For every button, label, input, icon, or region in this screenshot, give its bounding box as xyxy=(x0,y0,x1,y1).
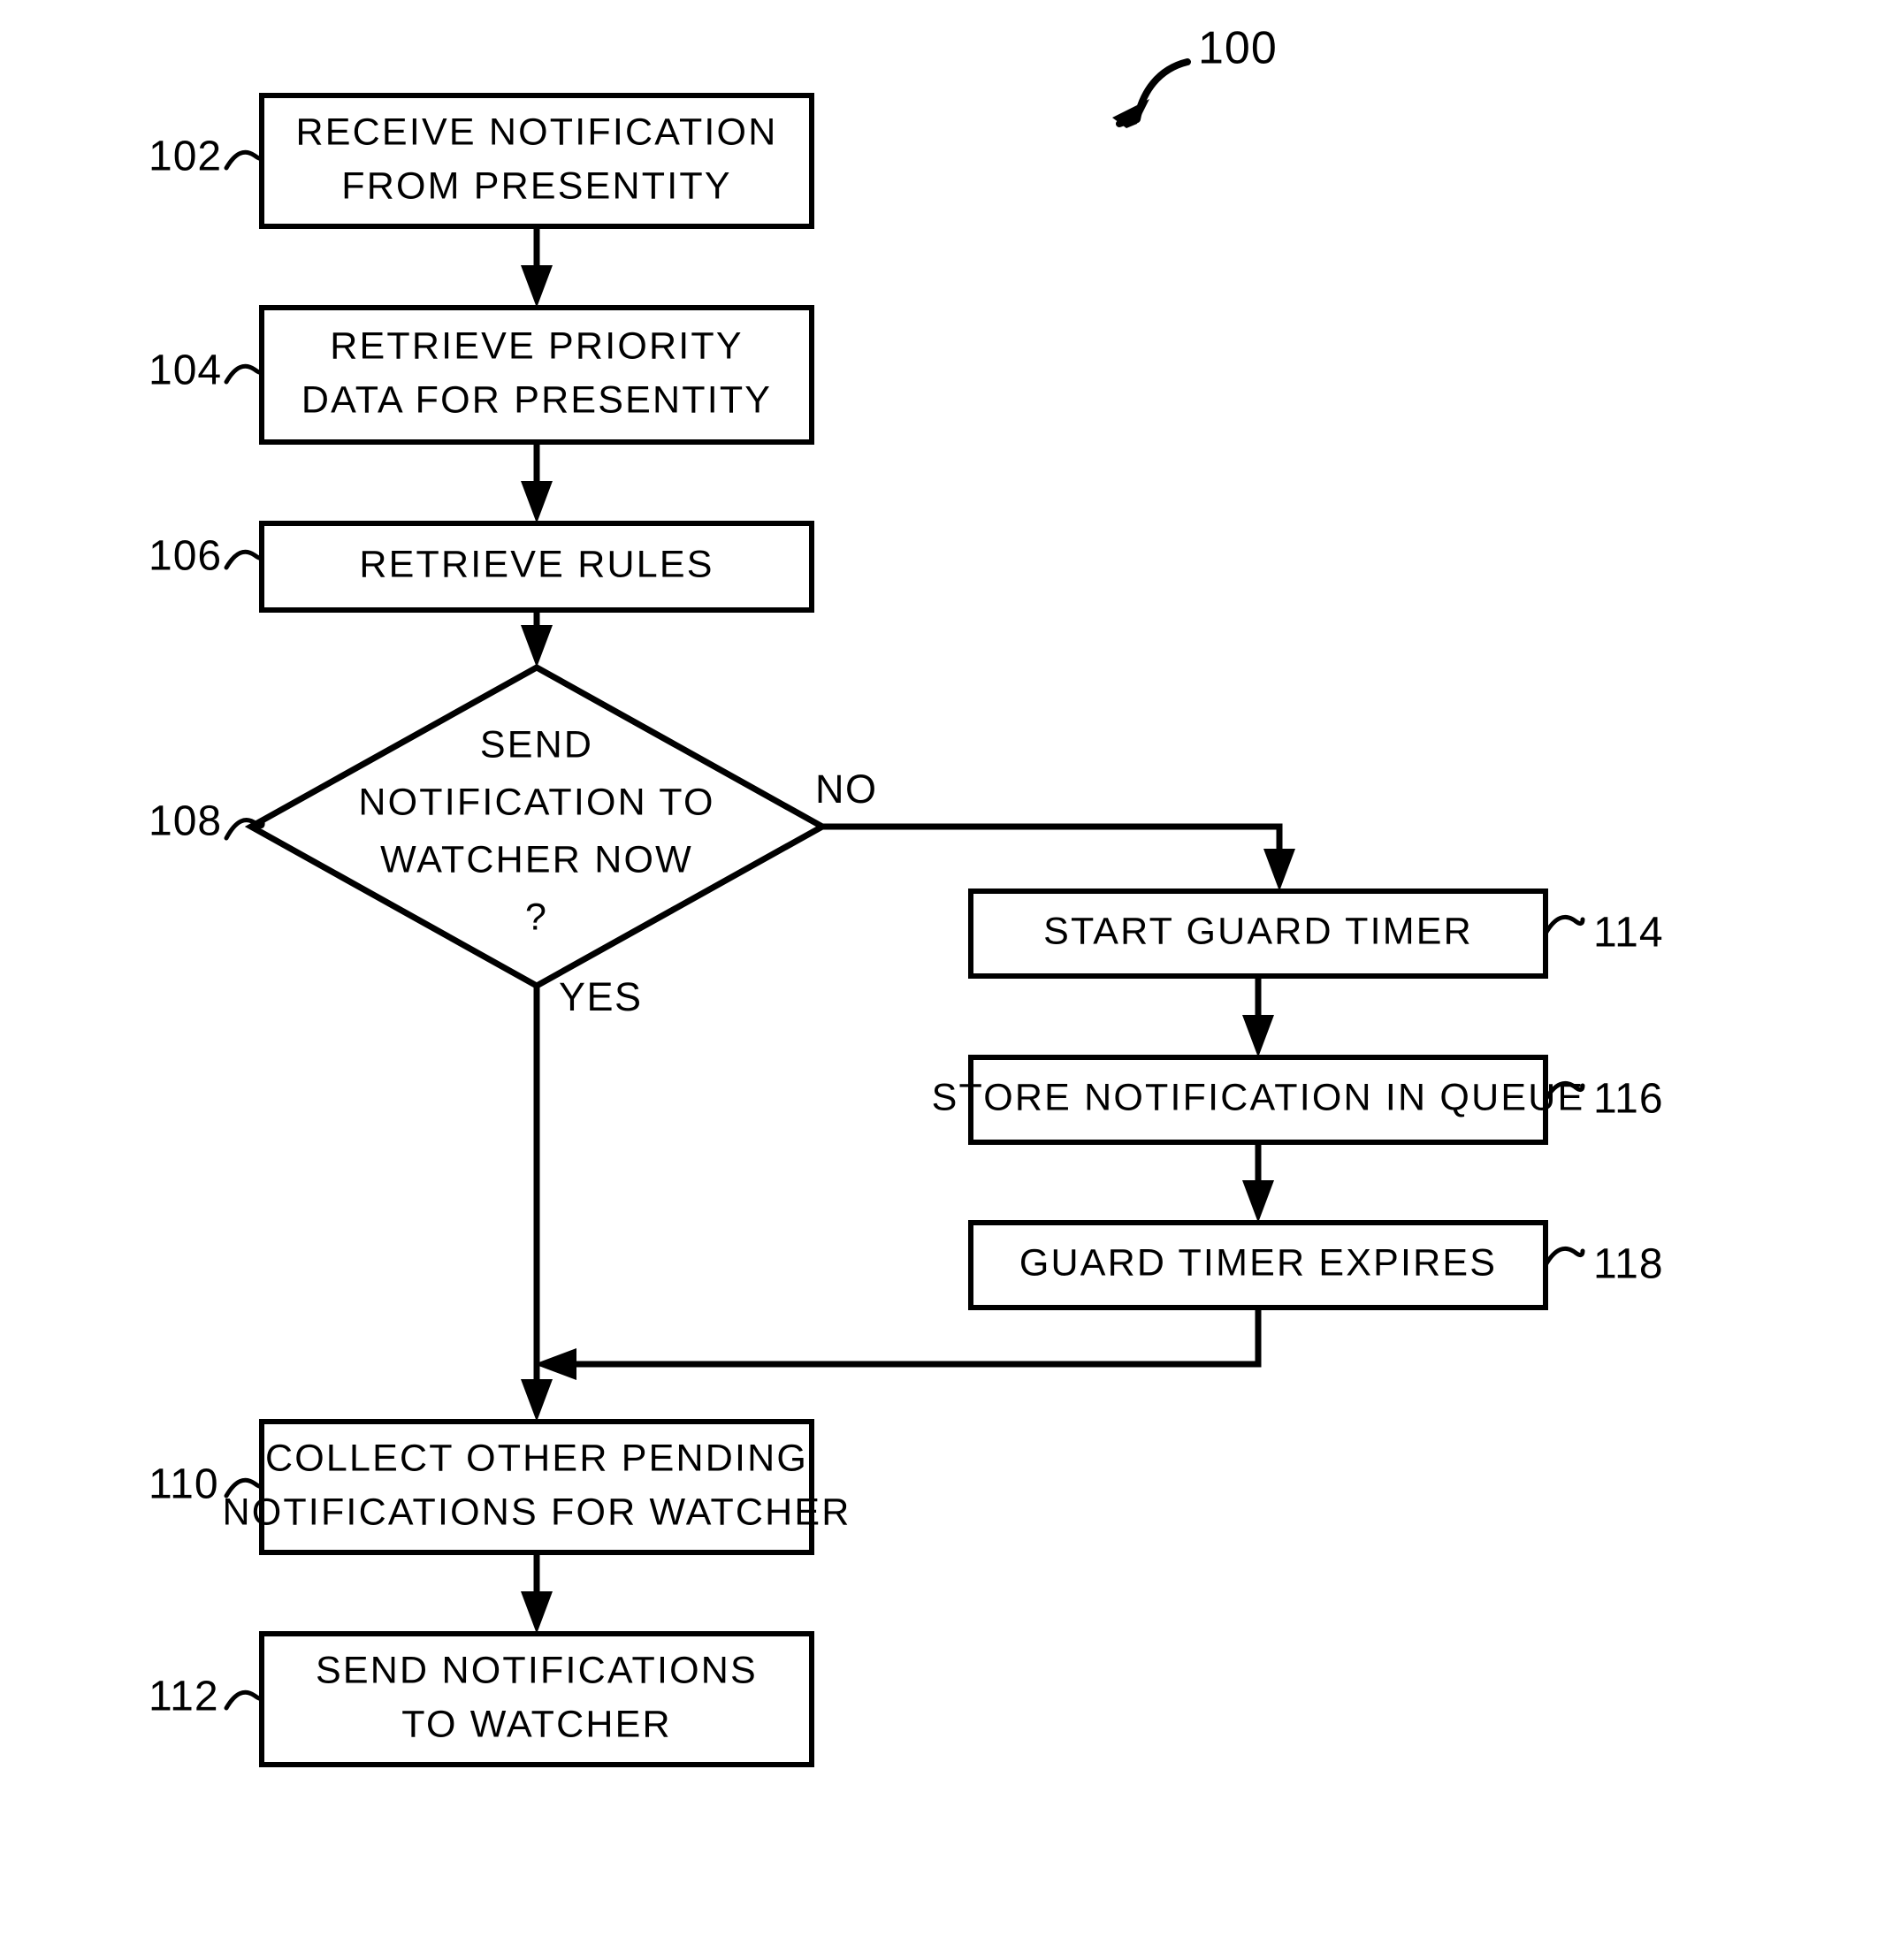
node-118-ref-label: 118 xyxy=(1593,1241,1664,1288)
node-108-line-1: SEND xyxy=(480,723,593,766)
figure-pointer-curve xyxy=(1134,58,1191,123)
node-104-line-1: RETRIEVE PRIORITY xyxy=(330,324,743,367)
edge-118-merge-path xyxy=(562,1308,1262,1368)
node-106-ref-squiggle xyxy=(224,549,264,570)
node-108-ref-label: 108 xyxy=(149,798,222,845)
node-110-ref-label: 110 xyxy=(149,1461,219,1508)
node-112[interactable]: SEND NOTIFICATIONS TO WATCHER xyxy=(259,1631,814,1767)
node-118-reference: 118 xyxy=(1543,1241,1664,1288)
edge-108-no-branch: NO xyxy=(815,766,1295,891)
edge-102-to-104 xyxy=(521,226,553,308)
edge-106-to-108 xyxy=(521,610,553,667)
node-114-reference: 114 xyxy=(1543,910,1664,957)
node-112-ref-squiggle xyxy=(224,1689,264,1711)
node-114[interactable]: START GUARD TIMER xyxy=(968,888,1548,979)
node-110-line-2: NOTIFICATIONS FOR WATCHER xyxy=(222,1491,851,1533)
edge-102-104-arrowhead xyxy=(521,265,553,308)
node-118[interactable]: GUARD TIMER EXPIRES xyxy=(968,1220,1548,1310)
flowchart-svg: 100 RECEIVE NOTIFICATION FROM PRESENTITY… xyxy=(149,23,1664,1767)
node-108-reference: 108 xyxy=(149,798,265,845)
edge-104-to-106 xyxy=(521,442,553,523)
edge-114-116-arrowhead xyxy=(1242,1015,1274,1057)
edge-label-yes: YES xyxy=(559,974,643,1019)
node-110-line-1: COLLECT OTHER PENDING xyxy=(265,1437,808,1479)
node-112-reference: 112 xyxy=(149,1674,264,1720)
node-116-line-1: STORE NOTIFICATION IN QUEUE xyxy=(932,1076,1585,1118)
edge-110-112-arrowhead xyxy=(521,1591,553,1634)
edge-116-118-arrowhead xyxy=(1242,1180,1274,1223)
node-116-ref-label: 116 xyxy=(1593,1076,1664,1123)
node-102[interactable]: RECEIVE NOTIFICATION FROM PRESENTITY xyxy=(259,93,814,229)
node-104[interactable]: RETRIEVE PRIORITY DATA FOR PRESENTITY xyxy=(259,305,814,445)
node-104-reference: 104 xyxy=(149,347,264,394)
node-102-ref-squiggle xyxy=(224,149,264,171)
node-118-ref-squiggle xyxy=(1543,1246,1585,1268)
node-104-line-2: DATA FOR PRESENTITY xyxy=(302,378,772,421)
figure-number-label: 100 xyxy=(1198,23,1278,74)
node-112-line-2: TO WATCHER xyxy=(401,1703,671,1745)
node-112-line-1: SEND NOTIFICATIONS xyxy=(316,1649,758,1691)
node-106-line-1: RETRIEVE RULES xyxy=(359,543,714,585)
node-104-ref-label: 104 xyxy=(149,347,222,394)
edge-label-no: NO xyxy=(815,766,878,812)
node-118-line-1: GUARD TIMER EXPIRES xyxy=(1019,1241,1497,1284)
node-114-ref-squiggle xyxy=(1543,914,1585,936)
node-108-line-4: ? xyxy=(525,896,548,938)
node-106-ref-label: 106 xyxy=(149,533,222,580)
edge-114-to-116 xyxy=(1242,976,1274,1057)
node-102-line-1: RECEIVE NOTIFICATION xyxy=(296,111,778,153)
edge-118-merge-arrowhead xyxy=(534,1348,576,1380)
edge-108-yes-arrowhead xyxy=(521,1379,553,1422)
node-102-reference: 102 xyxy=(149,133,264,180)
node-114-ref-label: 114 xyxy=(1593,910,1664,957)
figure-canvas: 100 RECEIVE NOTIFICATION FROM PRESENTITY… xyxy=(0,0,1893,1960)
edge-104-106-arrowhead xyxy=(521,481,553,523)
edge-118-to-merge xyxy=(534,1308,1262,1380)
node-112-ref-label: 112 xyxy=(149,1674,219,1720)
node-106-reference: 106 xyxy=(149,533,264,580)
node-102-line-2: FROM PRESENTITY xyxy=(341,164,732,207)
node-114-line-1: START GUARD TIMER xyxy=(1043,910,1473,952)
node-116[interactable]: STORE NOTIFICATION IN QUEUE xyxy=(932,1055,1585,1145)
edge-116-to-118 xyxy=(1242,1142,1274,1223)
edge-106-108-arrowhead xyxy=(521,625,553,667)
node-104-ref-squiggle xyxy=(224,363,264,385)
node-108-line-2: NOTIFICATION TO xyxy=(358,781,714,823)
edge-108-no-arrowhead xyxy=(1263,849,1295,891)
node-102-ref-label: 102 xyxy=(149,133,222,180)
node-108[interactable]: SEND NOTIFICATION TO WATCHER NOW ? xyxy=(244,663,829,990)
node-106[interactable]: RETRIEVE RULES xyxy=(259,521,814,613)
figure-number-group: 100 xyxy=(1112,23,1278,128)
edge-108-yes-branch: YES xyxy=(521,974,643,1422)
node-108-line-3: WATCHER NOW xyxy=(380,838,693,881)
edge-110-to-112 xyxy=(521,1552,553,1634)
edge-108-no-path xyxy=(822,823,1283,861)
node-110[interactable]: COLLECT OTHER PENDING NOTIFICATIONS FOR … xyxy=(222,1419,851,1555)
